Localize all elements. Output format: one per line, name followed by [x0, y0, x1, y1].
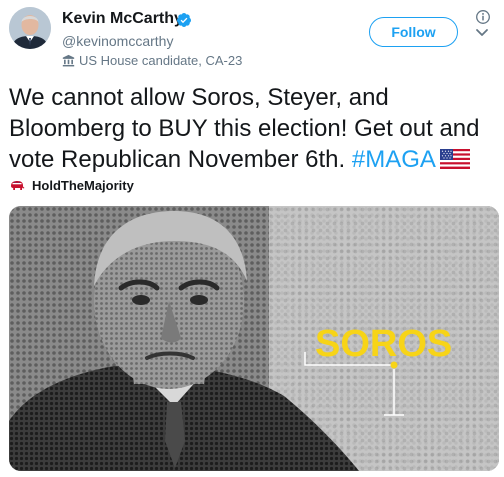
verified-badge-icon	[176, 13, 191, 27]
avatar[interactable]	[9, 7, 51, 49]
overlay-caption: SOROS	[315, 323, 452, 365]
author-handle[interactable]: @kevinomccarthy	[62, 33, 173, 49]
tweet-card: Kevin McCarthy @kevinomccarthy US House …	[0, 0, 504, 477]
halftone-portrait-image: SOROS	[9, 206, 499, 471]
elephant-icon	[11, 181, 25, 190]
chevron-down-icon[interactable]	[474, 27, 490, 39]
tweet-image[interactable]: SOROS	[9, 206, 499, 471]
government-label-text: US House candidate, CA-23	[79, 52, 243, 68]
author-name[interactable]: Kevin McCarthy	[62, 10, 183, 28]
avatar-image	[9, 7, 51, 49]
follow-button[interactable]: Follow	[369, 17, 458, 47]
tweet-text: We cannot allow Soros, Steyer, and Bloom…	[9, 82, 499, 175]
info-icon[interactable]	[476, 10, 490, 24]
campaign-hashflag[interactable]: HoldTheMajority	[9, 176, 134, 194]
government-building-icon	[62, 54, 75, 66]
us-flag-emoji-icon	[439, 149, 470, 169]
campaign-hashflag-label: HoldTheMajority	[32, 177, 134, 193]
government-label: US House candidate, CA-23	[62, 52, 242, 68]
hashtag-link[interactable]: #MAGA	[352, 146, 436, 173]
